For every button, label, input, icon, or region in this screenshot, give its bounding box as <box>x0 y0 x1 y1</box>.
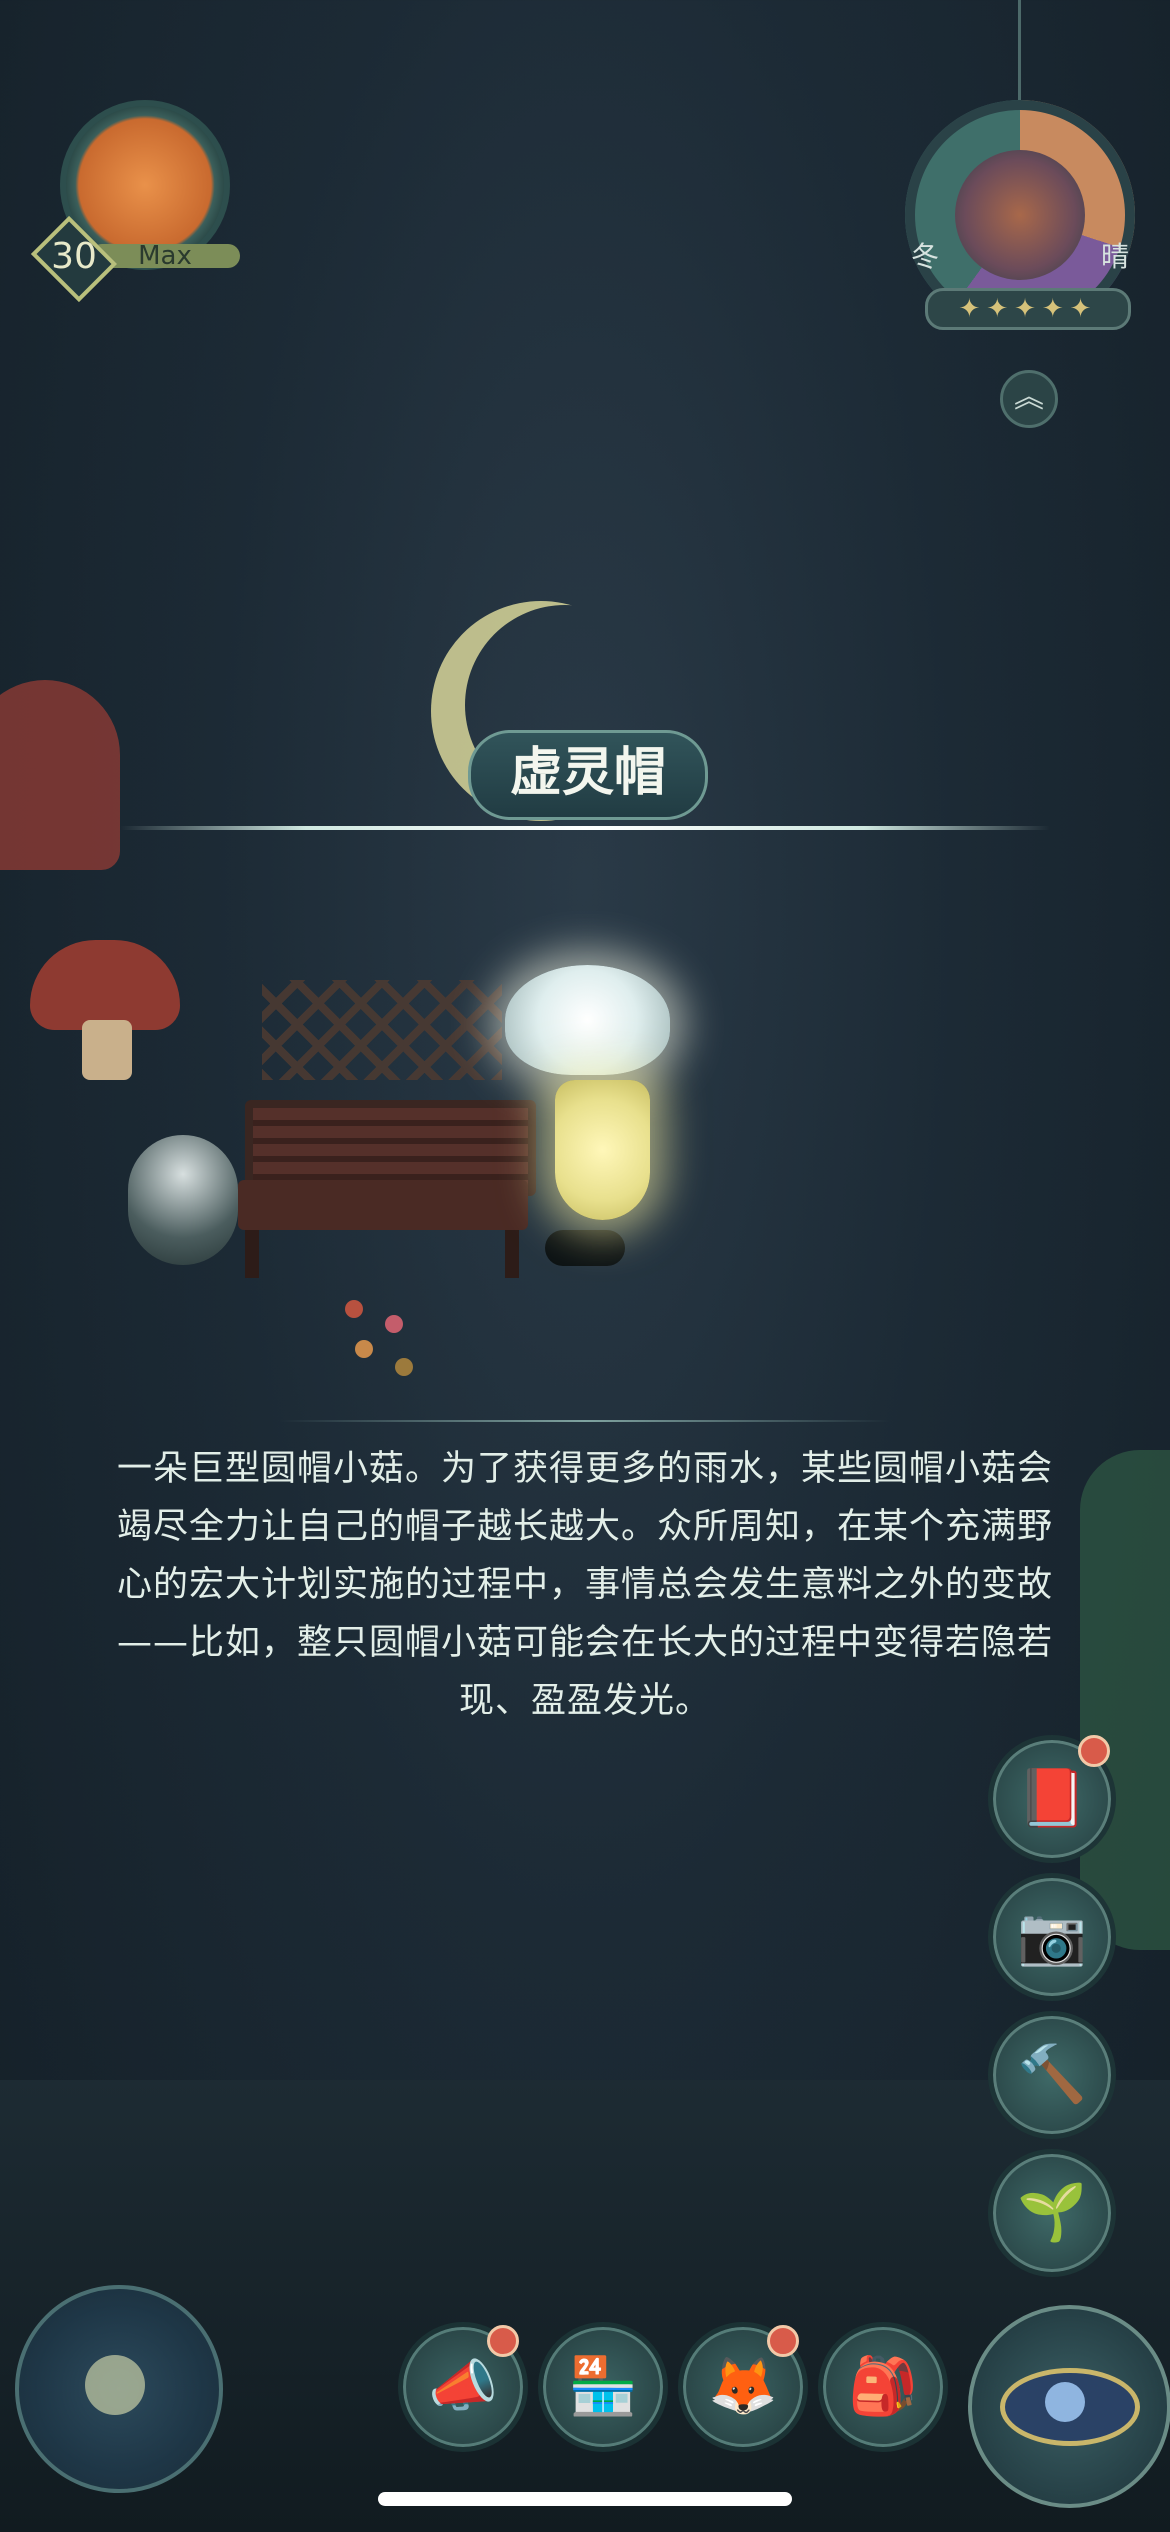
home-indicator[interactable] <box>378 2492 792 2506</box>
backpack-button[interactable]: 🎒 <box>818 2322 948 2452</box>
tree-icon <box>955 150 1085 280</box>
hammer-icon: 🔨 <box>1017 2042 1087 2107</box>
red-mushroom-cap <box>30 940 180 1030</box>
backpack-icon: 🎒 <box>848 2354 918 2419</box>
game-scene: Max 30 冬 晴 ✦✦✦✦✦ ︽ 虚灵帽 一朵巨型圆帽小菇。为了获得更多的雨… <box>0 0 1170 2532</box>
flower <box>385 1315 403 1333</box>
star-rating: ✦✦✦✦✦ <box>925 288 1131 330</box>
red-mushroom-house <box>0 680 120 870</box>
notification-dot <box>767 2325 799 2357</box>
season-label: 冬 <box>910 240 939 273</box>
shop-icon: 🏪 <box>568 2354 638 2419</box>
item-title: 虚灵帽 <box>468 730 708 820</box>
plant-button[interactable]: 🌱 <box>988 2149 1116 2277</box>
item-description: 一朵巨型圆帽小菇。为了获得更多的雨水，某些圆帽小菇会竭尽全力让自己的帽子越长越大… <box>116 1449 1053 1721</box>
lattice-fence <box>262 980 502 1080</box>
bench-seat <box>238 1180 528 1230</box>
camera-button[interactable]: 📷 <box>988 1873 1116 2001</box>
weather-label: 晴 <box>1100 240 1129 273</box>
bench-leg <box>245 1230 259 1278</box>
sprout-icon: 🌱 <box>1017 2180 1087 2245</box>
mushroom-shadow <box>545 1230 625 1266</box>
red-mushroom-stem <box>82 1020 132 1080</box>
description-divider <box>280 1420 890 1422</box>
title-divider <box>120 826 1050 830</box>
snowy-rock <box>128 1135 238 1265</box>
glowing-mushroom-cap <box>505 965 670 1075</box>
notification-dot <box>1078 1735 1110 1767</box>
sun-icon <box>85 2355 145 2415</box>
flower <box>345 1300 363 1318</box>
expand-up-button[interactable]: ︽ <box>1000 370 1058 428</box>
grass-edge <box>1080 1450 1170 1950</box>
flower <box>395 1358 413 1376</box>
flower <box>355 1340 373 1358</box>
bench-leg <box>505 1230 519 1278</box>
hanging-string <box>1018 0 1021 110</box>
glowing-mushroom-stem <box>555 1080 650 1220</box>
eye-pupil <box>1045 2382 1085 2422</box>
build-button[interactable]: 🔨 <box>988 2011 1116 2139</box>
camera-icon: 📷 <box>1017 1904 1087 1969</box>
shop-button[interactable]: 🏪 <box>538 2322 668 2452</box>
notification-dot <box>487 2325 519 2357</box>
level-number: 30 <box>51 236 97 277</box>
